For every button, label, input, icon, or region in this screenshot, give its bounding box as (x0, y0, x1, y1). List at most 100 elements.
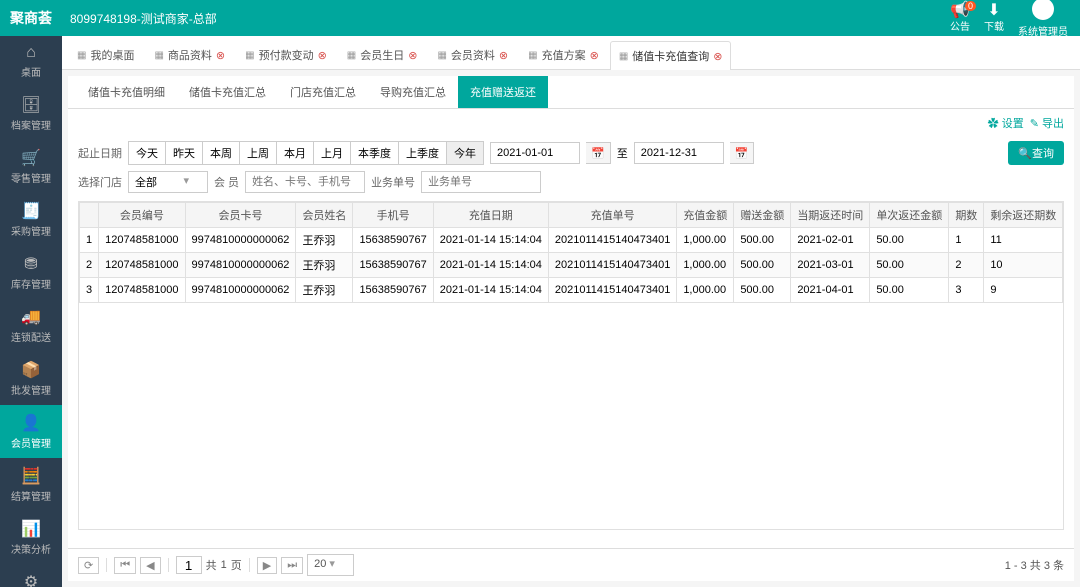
sidebar-item-10[interactable]: ⚙系统管理 (0, 564, 62, 587)
sidebar-icon: 📊 (2, 519, 60, 539)
cell: 9974810000000062 (185, 228, 296, 253)
cell: 3 (949, 278, 984, 303)
sidebar-item-5[interactable]: 🚚连锁配送 (0, 299, 62, 352)
top-tab-5[interactable]: ▦充值方案⊗ (519, 40, 608, 69)
sidebar-item-4[interactable]: ⛃库存管理 (0, 246, 62, 299)
sidebar-item-0[interactable]: ⌂桌面 (0, 36, 62, 87)
sub-tab-1[interactable]: 储值卡充值汇总 (177, 76, 278, 108)
table-row[interactable]: 21207485810009974810000000062王乔羽15638590… (80, 253, 1065, 278)
range-btn-5[interactable]: 上月 (313, 141, 351, 165)
app-logo: 聚商荟 (0, 8, 62, 28)
close-icon[interactable]: ⊗ (408, 49, 417, 62)
page-size-select[interactable]: 20 ▾ (307, 554, 354, 576)
top-tab-3[interactable]: ▦会员生日⊗ (338, 40, 427, 69)
cell: 15638590767 (353, 253, 433, 278)
top-tab-0[interactable]: ▦我的桌面 (68, 40, 143, 69)
range-btn-6[interactable]: 本季度 (350, 141, 399, 165)
last-page-button[interactable]: ⏭ (281, 557, 303, 574)
cell: 1,000.00 (677, 278, 734, 303)
col-header-1[interactable]: 会员卡号 (185, 203, 296, 228)
close-icon[interactable]: ⊗ (590, 49, 599, 62)
cell: 2021011415140473401 (548, 278, 676, 303)
store-select[interactable]: 全部 ▾ (128, 171, 208, 193)
data-table-wrap: 会员编号会员卡号会员姓名手机号充值日期充值单号充值金额赠送金额当期返还时间单次返… (78, 201, 1064, 530)
cell: 120748581000 (99, 278, 185, 303)
sidebar-item-7[interactable]: 👤 会员管理 (0, 405, 62, 458)
date-from-input[interactable] (490, 142, 580, 164)
first-page-button[interactable]: ⏮ (114, 557, 136, 574)
sidebar-icon: 👤 (2, 413, 60, 433)
range-btn-7[interactable]: 上季度 (398, 141, 447, 165)
download-button[interactable]: ⬇ 下载 (984, 4, 1004, 33)
calendar-to-icon[interactable]: 📅 (730, 142, 755, 164)
app-header: 聚商荟 8099748198-测试商家-总部 📢 0 公告 ⬇ 下载 系统管理员 (0, 0, 1080, 36)
tab-label: 会员生日 (360, 47, 404, 63)
range-btn-2[interactable]: 本周 (202, 141, 240, 165)
sidebar-item-6[interactable]: 📦批发管理 (0, 352, 62, 405)
top-tab-6[interactable]: ▦储值卡充值查询⊗ (610, 41, 732, 70)
col-header-4[interactable]: 充值日期 (433, 203, 548, 228)
member-input[interactable] (245, 171, 365, 193)
col-header-5[interactable]: 充值单号 (548, 203, 676, 228)
col-header-9[interactable]: 单次返还金额 (870, 203, 949, 228)
range-btn-0[interactable]: 今天 (128, 141, 166, 165)
close-icon[interactable]: ⊗ (499, 49, 508, 62)
sub-tab-0[interactable]: 储值卡充值明细 (76, 76, 177, 108)
tab-icon: ▦ (437, 50, 446, 61)
sidebar-icon: 🛒 (2, 148, 60, 168)
col-header-2[interactable]: 会员姓名 (296, 203, 353, 228)
cell: 2 (949, 253, 984, 278)
cell: 1 (949, 228, 984, 253)
col-header-8[interactable]: 当期返还时间 (791, 203, 870, 228)
sub-tab-3[interactable]: 导购充值汇总 (368, 76, 458, 108)
cell: 150.00 (1063, 278, 1064, 303)
sidebar-item-3[interactable]: 🧾采购管理 (0, 193, 62, 246)
settings-button[interactable]: ✿ 设置 (988, 115, 1024, 131)
range-btn-4[interactable]: 本月 (276, 141, 314, 165)
range-btn-1[interactable]: 昨天 (165, 141, 203, 165)
col-header-11[interactable]: 剩余返还期数 (984, 203, 1063, 228)
close-icon[interactable]: ⊗ (318, 49, 327, 62)
calendar-from-icon[interactable]: 📅 (586, 142, 611, 164)
range-btn-3[interactable]: 上周 (239, 141, 277, 165)
announce-button[interactable]: 📢 0 公告 (950, 4, 970, 33)
total-pages: 1 (221, 559, 227, 571)
biz-input[interactable] (421, 171, 541, 193)
sidebar-label: 会员管理 (11, 439, 51, 450)
cell: 500.00 (734, 253, 791, 278)
next-page-button[interactable]: ▶ (257, 557, 277, 574)
col-header-6[interactable]: 充值金额 (677, 203, 734, 228)
prev-page-button[interactable]: ◀ (140, 557, 160, 574)
page-input[interactable] (176, 556, 202, 574)
table-row[interactable]: 11207485810009974810000000062王乔羽15638590… (80, 228, 1065, 253)
sub-tab-4[interactable]: 充值赠送返还 (458, 76, 548, 108)
col-header-3[interactable]: 手机号 (353, 203, 433, 228)
top-tab-4[interactable]: ▦会员资料⊗ (428, 40, 517, 69)
close-icon[interactable]: ⊗ (216, 49, 225, 62)
sidebar-item-9[interactable]: 📊决策分析 (0, 511, 62, 564)
top-tab-2[interactable]: ▦预付款变动⊗ (236, 40, 336, 69)
close-icon[interactable]: ⊗ (713, 50, 722, 63)
horizontal-scrollbar[interactable] (78, 534, 1064, 548)
download-label: 下载 (984, 22, 1004, 33)
sidebar-item-1[interactable]: 🗄档案管理 (0, 87, 62, 140)
export-button[interactable]: ✎ 导出 (1030, 115, 1064, 131)
sub-tab-2[interactable]: 门店充值汇总 (278, 76, 368, 108)
date-to-input[interactable] (634, 142, 724, 164)
query-button[interactable]: 🔍查询 (1008, 141, 1064, 165)
col-header-0[interactable]: 会员编号 (99, 203, 185, 228)
top-tab-1[interactable]: ▦商品资料⊗ (145, 40, 234, 69)
col-header-10[interactable]: 期数 (949, 203, 984, 228)
col-header-7[interactable]: 赠送金额 (734, 203, 791, 228)
cell: 50.00 (870, 228, 949, 253)
tab-icon: ▦ (245, 50, 254, 61)
tab-label: 商品资料 (168, 47, 212, 63)
sidebar-item-8[interactable]: 🧮结算管理 (0, 458, 62, 511)
range-btn-8[interactable]: 今年 (446, 141, 484, 165)
user-menu[interactable]: 系统管理员 (1018, 0, 1068, 38)
refresh-button[interactable]: ⟳ (78, 557, 99, 574)
sidebar-item-2[interactable]: 🛒零售管理 (0, 140, 62, 193)
col-header-12[interactable]: 已返还金额 (1063, 203, 1064, 228)
table-row[interactable]: 31207485810009974810000000062王乔羽15638590… (80, 278, 1065, 303)
sidebar-label: 库存管理 (11, 280, 51, 291)
